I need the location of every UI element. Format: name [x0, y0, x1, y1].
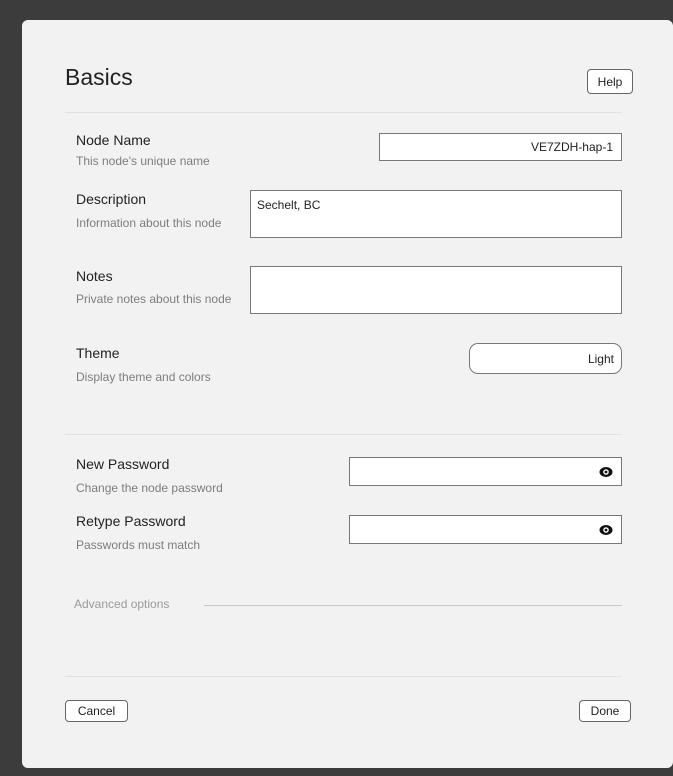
retype-password-input[interactable]	[349, 515, 622, 544]
advanced-options-toggle[interactable]: Advanced options	[74, 597, 169, 611]
new-password-hint: Change the node password	[76, 481, 223, 495]
description-hint: Information about this node	[76, 216, 222, 230]
done-button[interactable]: Done	[579, 700, 631, 722]
basics-dialog: Basics Help Node Name This node's unique…	[22, 20, 673, 768]
new-password-input[interactable]	[349, 457, 622, 486]
help-button[interactable]: Help	[587, 69, 633, 94]
divider	[65, 112, 622, 113]
node-name-hint: This node's unique name	[76, 154, 210, 168]
notes-hint: Private notes about this node	[76, 292, 232, 306]
notes-textarea[interactable]	[250, 266, 622, 314]
new-password-label: New Password	[76, 456, 170, 472]
theme-hint: Display theme and colors	[76, 370, 211, 384]
eye-icon[interactable]	[599, 466, 613, 478]
retype-password-hint: Passwords must match	[76, 538, 201, 552]
divider	[65, 434, 622, 435]
description-label: Description	[76, 191, 147, 207]
node-name-input[interactable]: VE7ZDH-hap-1	[379, 133, 622, 161]
eye-icon[interactable]	[599, 524, 613, 536]
dialog-title: Basics	[65, 64, 133, 90]
advanced-options-divider	[204, 605, 622, 606]
description-textarea[interactable]: Sechelt, BC	[250, 190, 622, 238]
divider	[65, 676, 622, 677]
node-name-label: Node Name	[76, 132, 151, 148]
cancel-button[interactable]: Cancel	[65, 700, 128, 722]
theme-select[interactable]: Light	[469, 343, 622, 374]
theme-label: Theme	[76, 345, 120, 361]
retype-password-label: Retype Password	[76, 513, 186, 529]
notes-label: Notes	[76, 268, 113, 284]
